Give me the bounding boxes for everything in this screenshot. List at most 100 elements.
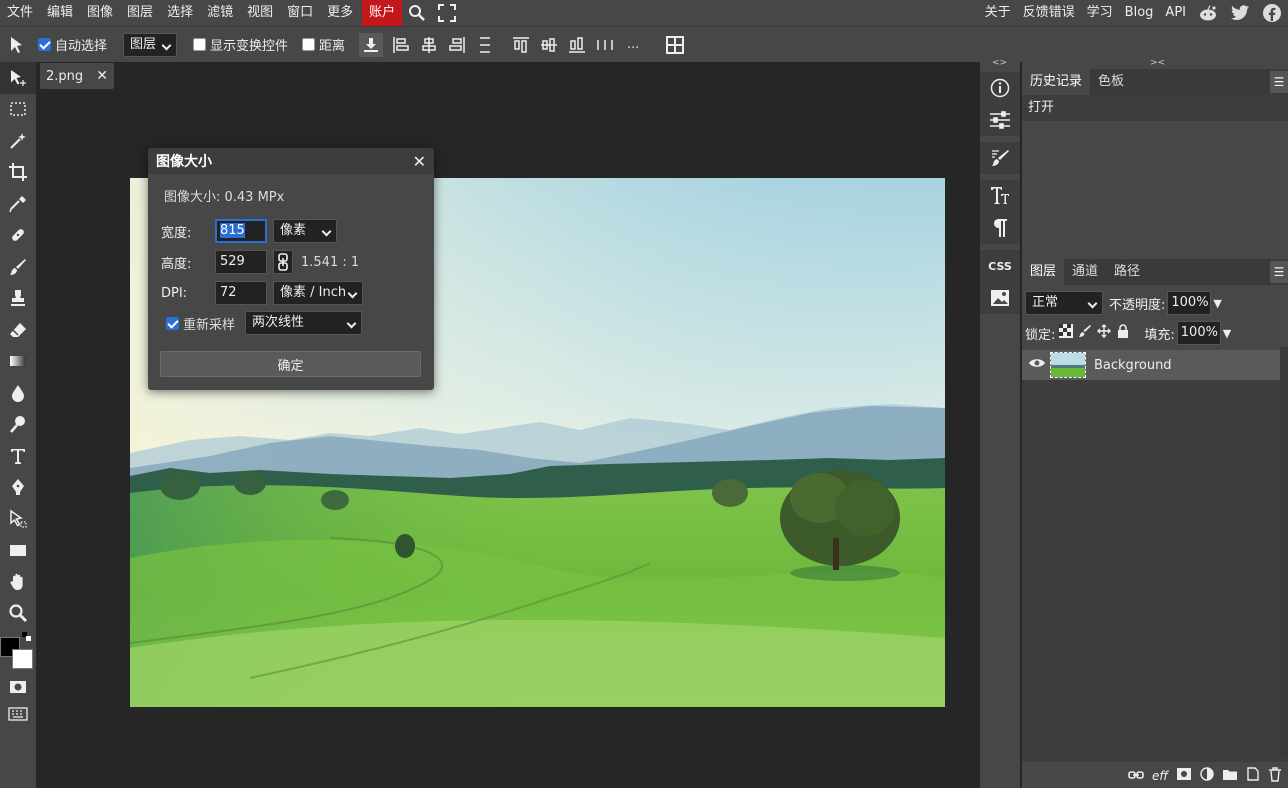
history-item-open[interactable]: 打开 [1022, 95, 1288, 121]
menu-account[interactable]: 账户 [362, 0, 403, 26]
gradient-tool-icon[interactable] [0, 346, 36, 378]
tab-swatches[interactable]: 色板 [1090, 69, 1132, 95]
menu-blog[interactable]: Blog [1119, 0, 1160, 26]
stamp-tool-icon[interactable] [0, 283, 36, 315]
background-color-swatch[interactable] [12, 649, 33, 669]
paragraph-icon[interactable] [980, 212, 1020, 244]
layer-row[interactable]: Background [1022, 350, 1288, 380]
show-transform-checkbox[interactable]: 显示变换控件 [193, 35, 288, 54]
document-tab[interactable]: 2.png ✕ [40, 63, 114, 89]
text-tool-icon[interactable] [0, 440, 36, 472]
width-input[interactable]: 815 [215, 219, 267, 243]
quick-mask-icon[interactable] [0, 671, 36, 703]
folder-icon[interactable] [1222, 768, 1238, 785]
menu-edit[interactable]: 编辑 [40, 0, 80, 26]
download-icon[interactable] [359, 32, 384, 57]
distance-checkbox[interactable]: 距离 [302, 35, 345, 54]
chain-link-icon[interactable] [273, 250, 293, 274]
css-icon[interactable]: CSS [980, 250, 1020, 282]
adjustments-icon[interactable] [980, 104, 1020, 136]
zoom-tool-icon[interactable] [0, 598, 36, 630]
resample-checkbox[interactable] [166, 316, 179, 330]
mask-icon[interactable] [1176, 767, 1192, 785]
crop-tool-icon[interactable] [0, 157, 36, 189]
panel-menu-icon[interactable]: ☰ [1270, 261, 1288, 283]
auto-select-check[interactable] [38, 38, 51, 51]
dpi-input[interactable]: 72 [215, 281, 267, 305]
collapse-arrows-right[interactable]: >< [1150, 58, 1165, 68]
align-top-icon[interactable] [507, 31, 535, 59]
menu-filter[interactable]: 滤镜 [200, 0, 240, 26]
character-icon[interactable] [980, 180, 1020, 212]
layer-type-select[interactable]: 图层 [123, 32, 178, 57]
menu-report-bug[interactable]: 反馈错误 [1017, 0, 1081, 26]
show-transform-check[interactable] [193, 38, 207, 51]
panel-menu-icon[interactable]: ☰ [1270, 71, 1288, 93]
blend-mode-select[interactable]: 正常 [1025, 291, 1103, 315]
twitter-icon[interactable] [1224, 0, 1256, 26]
menu-image[interactable]: 图像 [80, 0, 120, 26]
rectangle-tool-icon[interactable] [0, 535, 36, 567]
align-left-icon[interactable] [387, 31, 415, 59]
align-bottom-icon[interactable] [563, 31, 591, 59]
fullscreen-icon[interactable] [432, 0, 462, 26]
grid-icon[interactable] [661, 31, 689, 59]
layers-scrollbar[interactable] [1280, 347, 1288, 757]
distribute-v-icon[interactable] [591, 31, 619, 59]
width-unit-select[interactable]: 像素 [273, 219, 337, 243]
ok-button[interactable]: 确定 [160, 351, 421, 377]
distance-check[interactable] [302, 38, 316, 51]
align-right-icon[interactable] [443, 31, 471, 59]
lock-all-icon[interactable] [1116, 324, 1130, 342]
close-icon[interactable]: ✕ [96, 68, 108, 84]
close-icon[interactable]: ✕ [413, 152, 426, 171]
menu-api[interactable]: API [1159, 0, 1192, 26]
pen-tool-icon[interactable] [0, 472, 36, 504]
align-middle-v-icon[interactable] [535, 31, 563, 59]
healing-brush-tool-icon[interactable] [0, 220, 36, 252]
auto-select-checkbox[interactable]: 自动选择 [38, 35, 107, 54]
distribute-h-icon[interactable] [471, 31, 499, 59]
menu-more[interactable]: 更多 [320, 0, 360, 26]
menu-window[interactable]: 窗口 [280, 0, 320, 26]
dpi-unit-select[interactable]: 像素 / Inch [273, 281, 363, 305]
lock-transparency-icon[interactable] [1059, 324, 1074, 342]
reddit-icon[interactable] [1192, 0, 1224, 26]
image-icon[interactable] [980, 282, 1020, 314]
new-layer-icon[interactable] [1246, 767, 1260, 785]
menu-layer[interactable]: 图层 [120, 0, 160, 26]
link-layers-icon[interactable] [1128, 769, 1144, 784]
tab-history[interactable]: 历史记录 [1022, 69, 1091, 95]
opacity-input[interactable]: 100% [1167, 291, 1212, 315]
blur-tool-icon[interactable] [0, 377, 36, 409]
marquee-tool-icon[interactable] [0, 94, 36, 126]
menu-select[interactable]: 选择 [160, 0, 200, 26]
more-options-icon[interactable]: ... [619, 31, 647, 59]
swap-colors-icon[interactable] [22, 631, 32, 641]
menu-view[interactable]: 视图 [240, 0, 280, 26]
brush-settings-icon[interactable] [980, 142, 1020, 174]
tab-paths[interactable]: 路径 [1106, 259, 1148, 285]
facebook-icon[interactable] [1256, 0, 1288, 26]
effects-icon[interactable]: eff [1152, 769, 1168, 783]
magic-wand-tool-icon[interactable] [0, 125, 36, 157]
search-icon[interactable] [402, 0, 432, 26]
move-tool-icon[interactable] [0, 62, 36, 94]
tab-channels[interactable]: 通道 [1064, 259, 1106, 285]
visibility-eye-icon[interactable] [1028, 357, 1046, 373]
fill-dropdown-icon[interactable]: ▼ [1223, 327, 1231, 340]
lock-brush-icon[interactable] [1078, 324, 1092, 342]
delete-layer-icon[interactable] [1268, 766, 1282, 786]
resample-method-select[interactable]: 两次线性 [245, 311, 362, 335]
eraser-tool-icon[interactable] [0, 314, 36, 346]
menu-about[interactable]: 关于 [979, 0, 1017, 26]
brush-tool-icon[interactable] [0, 251, 36, 283]
path-select-tool-icon[interactable] [0, 503, 36, 535]
eyedropper-tool-icon[interactable] [0, 188, 36, 220]
align-center-h-icon[interactable] [415, 31, 443, 59]
dodge-tool-icon[interactable] [0, 409, 36, 441]
hand-tool-icon[interactable] [0, 566, 36, 598]
opacity-dropdown-icon[interactable]: ▼ [1213, 297, 1221, 310]
keyboard-icon[interactable] [0, 703, 36, 725]
lock-move-icon[interactable] [1097, 324, 1112, 342]
